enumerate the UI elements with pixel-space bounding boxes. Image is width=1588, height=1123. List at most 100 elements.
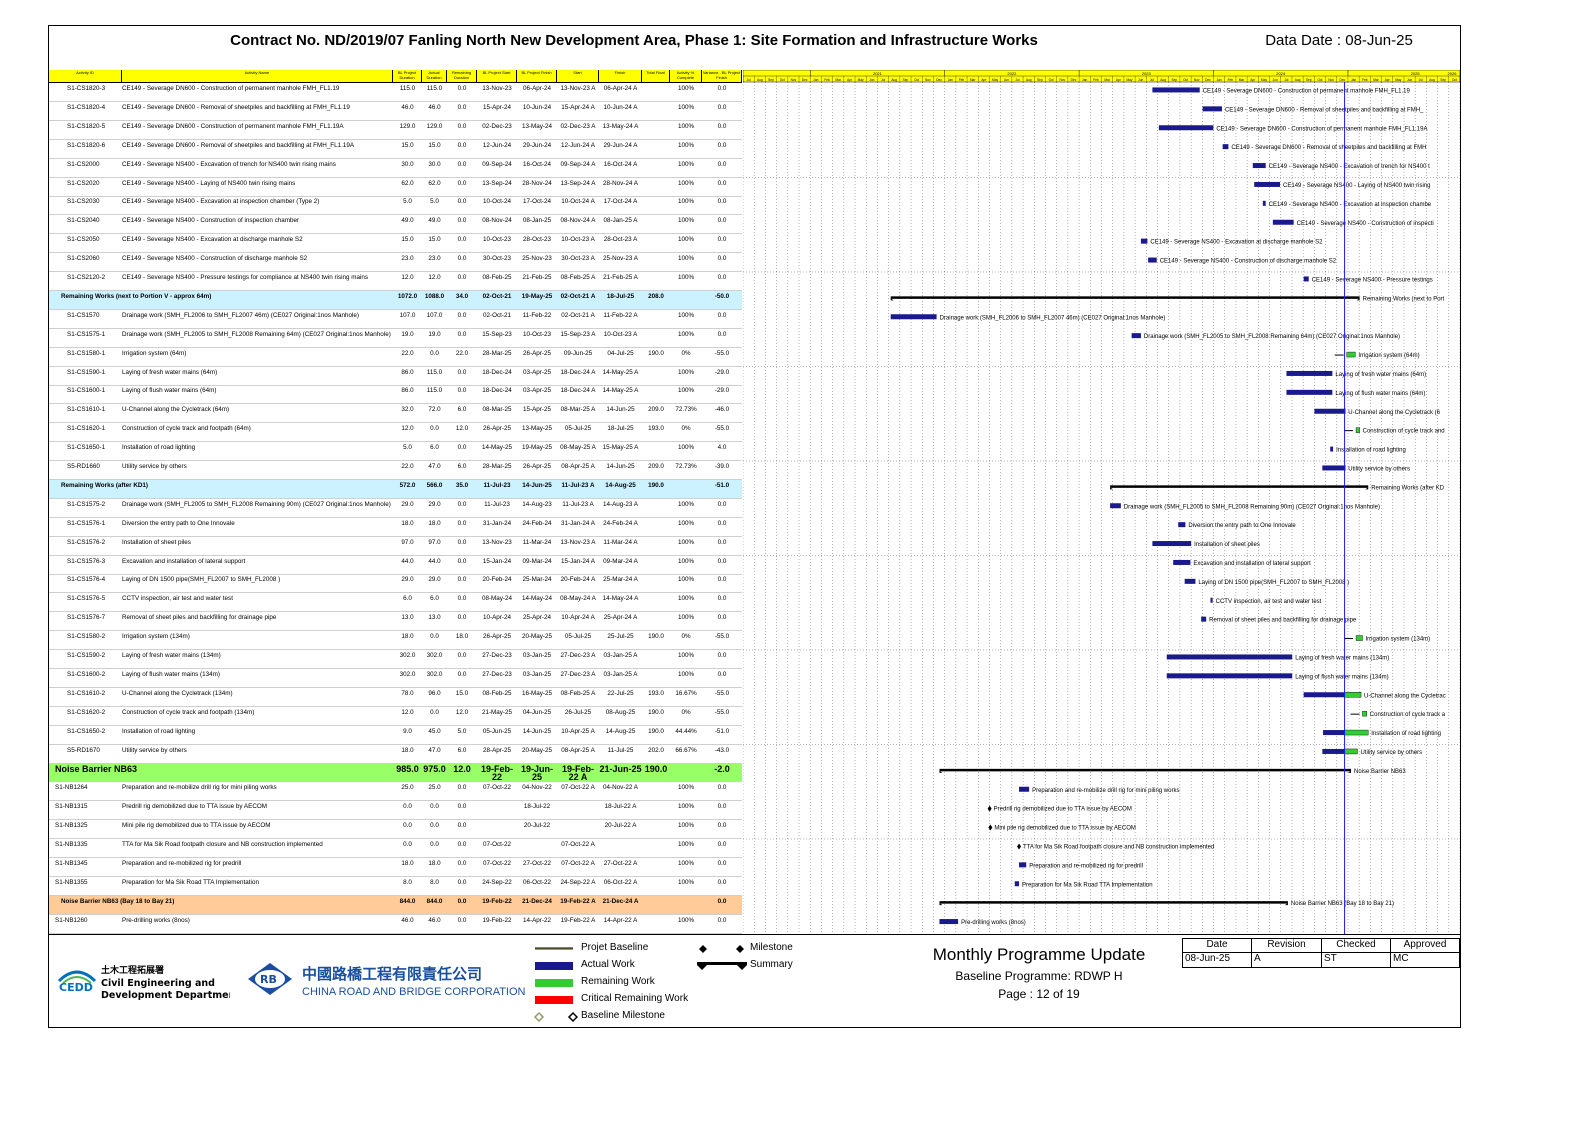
column-header[interactable]: Activity % Complete [670, 70, 702, 82]
cell-bl-dur: 23.0 [401, 255, 414, 263]
activity-row[interactable]: S1-NB1315 Predrill rig demobilized due to… [49, 801, 742, 821]
column-header[interactable]: Total Float [642, 70, 670, 82]
activity-row[interactable]: S1-NB1325 Mini pile rig demobilized due t… [49, 820, 742, 840]
column-header[interactable]: Actual Duration [422, 70, 447, 82]
activity-row[interactable]: S1-CS2120-2 CE149 - Severage NS400 - Pres… [49, 272, 742, 291]
bar-label: Laying of fresh water mains (64m) [1335, 372, 1426, 378]
activity-row[interactable]: S1-CS1575-2 Drainage work (SMH_FL2005 to … [49, 499, 742, 518]
gantt-chart[interactable]: Jul Aug Sep Oct Nov Dec Jan Feb Mar Apr May Jun Jul A… [743, 70, 1460, 934]
gantt-canvas: Jul Aug Sep Oct Nov Dec Jan Feb Mar Apr May Jun Jul A… [743, 70, 1460, 934]
activity-row[interactable]: S1-NB1264 Preparation and re-mobilize dri… [49, 782, 742, 802]
cell-id: S1-CS1590-1 [67, 368, 106, 376]
activity-row[interactable]: S1-NB1345 Preparation and re-mobilized ri… [49, 858, 742, 877]
activity-row[interactable]: S1-CS1620-1 Construction of cycle track a… [49, 423, 742, 443]
cell-id: S1-CS1576-3 [67, 557, 106, 565]
activity-row[interactable]: S1-CS2040 CE149 - Severage NS400 - Constr… [49, 215, 742, 235]
cell-id: S1-CS1575-1 [67, 330, 106, 338]
column-header[interactable]: Finish [599, 70, 642, 82]
activity-row[interactable]: S1-CS1576-2 Installation of sheet piles 97… [49, 537, 742, 556]
cell-finish: 21-Dec-24 A [602, 897, 639, 905]
activity-row[interactable]: S1-CS1580-2 Irrigation system (134m) 18.0 0… [49, 631, 742, 651]
activity-row[interactable]: S1-CS1600-1 Laying of flush water mains (… [49, 385, 742, 405]
activity-row[interactable]: S5-RD1660 Utility service by others 22.0 47… [49, 461, 742, 480]
month-label: Sep [903, 78, 909, 82]
cell-start: 08-May-24 A [560, 595, 596, 603]
cell-var: 0.0 [717, 652, 727, 659]
activity-row[interactable]: S1-NB1260 Pre-drilling works (8nos) 46.0 46… [49, 915, 742, 934]
activity-row[interactable]: S1-CS1610-1 U-Channel along the Cycletrac… [49, 404, 742, 424]
bar-label: Laying of fresh water mains (134m) [1295, 655, 1389, 661]
activity-row[interactable]: S1-NB1355 Preparation for Ma Sik Road TTA… [49, 877, 742, 896]
bar-label: Laying of DN 1500 pipe(SMH_FL2007 to SMH… [1198, 580, 1349, 586]
cell-tf [642, 518, 670, 536]
activity-row[interactable]: S1-CS1650-1 Installation of road lighting… [49, 442, 742, 462]
activity-row[interactable]: S1-CS1590-1 Laying of fresh water mains (… [49, 367, 742, 386]
cell-bl-finish: 20-Jul-22 [523, 822, 551, 830]
month-label: Oct [780, 78, 785, 82]
wbs-summary-row[interactable]: Noise Barrier NB63 (Bay 18 to Bay 21) 844… [49, 895, 742, 915]
cell-bl-start: 11-Jul-23 [483, 481, 511, 489]
cell-finish: 10-Oct-23 A [603, 330, 638, 338]
cell-act-dur: 107.0 [426, 311, 443, 319]
title-bar: Contract No. ND/2019/07 Fanling North Ne… [49, 26, 1460, 68]
page-number: Page : 12 of 19 [998, 987, 1080, 1001]
activity-row[interactable]: S1-CS1575-1 Drainage work (SMH_FL2005 to … [49, 329, 742, 348]
activity-row[interactable]: S1-CS1650-2 Installation of road lighting… [49, 726, 742, 745]
activity-row[interactable]: S1-CS2030 CE149 - Severage NS400 - Excava… [49, 196, 742, 216]
cell-name: CE149 - Severage NS400 - Construction of… [122, 255, 308, 263]
cell-start: 27-Dec-23 A [560, 652, 596, 659]
activity-row[interactable]: S1-CS1620-2 Construction of cycle track a… [49, 707, 742, 726]
activity-row[interactable]: S1-CS2020 CE149 - Severage NS400 - Laying… [49, 178, 742, 197]
activity-row[interactable]: S1-CS1576-3 Excavation and installation o… [49, 556, 742, 575]
cell-bl-dur: 22.0 [401, 463, 414, 470]
activity-row[interactable]: S1-CS1576-5 CCTV inspection, air test and… [49, 593, 742, 613]
cell-name: CE149 - Severage NS400 - Excavation of t… [122, 160, 336, 168]
activity-row[interactable]: S1-CS2050 CE149 - Severage NS400 - Excava… [49, 234, 742, 254]
activity-row[interactable]: S1-CS2060 CE149 - Severage NS400 - Constr… [49, 253, 742, 273]
activity-row[interactable]: S1-CS1820-4 CE149 - Severage DN600 - Remo… [49, 102, 742, 121]
column-header[interactable]: BL Project Duration [393, 70, 422, 82]
cell-name: Drainage work (SMH_FL2005 to SMH_FL2008 … [122, 330, 391, 338]
month-label: Dec [1205, 78, 1211, 82]
activity-row[interactable]: S1-CS1820-5 CE149 - Severage DN600 - Cons… [49, 121, 742, 140]
wbs-summary-row[interactable]: Remaining Works (next to Portion V - app… [49, 290, 742, 310]
activity-row[interactable]: S1-CS1590-2 Laying of fresh water mains (… [49, 650, 742, 669]
cell-bl-finish: 14-Jun-25 [522, 727, 552, 735]
cell-start: 02-Oct-21 A [560, 292, 596, 300]
actual-bar [1303, 692, 1345, 698]
activity-row[interactable]: S5-RD1670 Utility service by others 18.0 47… [49, 745, 742, 764]
cell-var: 0.0 [717, 878, 727, 886]
column-header[interactable]: Start [557, 70, 599, 82]
cell-pct: 100% [677, 330, 695, 338]
cell-bl-finish: 13-May-24 [521, 122, 553, 130]
column-header[interactable]: Activity ID [49, 70, 122, 82]
activity-row[interactable]: S1-CS1820-3 CE149 - Severage DN600 - Cons… [49, 83, 742, 102]
column-header[interactable]: BL Project Finish [517, 70, 557, 82]
cell-start: 18-Dec-24 A [560, 387, 596, 395]
activity-row[interactable]: S1-CS2000 CE149 - Severage NS400 - Excava… [49, 159, 742, 178]
cell-act-dur: 29.0 [428, 576, 441, 584]
wbs-summary-row[interactable]: Remaining Works (after KD1) 572.0 566.0 35.… [49, 479, 742, 499]
activity-row[interactable]: S1-CS1576-4 Laying of DN 1500 pipe(SMH_FL… [49, 574, 742, 594]
wbs-summary-row[interactable]: Noise Barrier NB63 985.0 975.0 12.0 19-Feb-2… [49, 763, 742, 783]
activity-row[interactable]: S1-CS1576-1 Diversion the entry path to O… [49, 518, 742, 537]
cell-start: 19-Feb-22 A [560, 897, 596, 905]
cell-bl-dur: 18.0 [401, 859, 414, 867]
column-header[interactable]: Activity Name [122, 70, 393, 82]
cell-finish: 18-Jul-22 A [604, 803, 637, 811]
activity-row[interactable]: S1-CS1600-2 Laying of flush water mains (… [49, 669, 742, 688]
activity-row[interactable]: S1-CS1820-6 CE149 - Severage DN600 - Remo… [49, 140, 742, 159]
activity-row[interactable]: S1-CS1576-7 Removal of sheet piles and ba… [49, 612, 742, 632]
month-label: Sep [768, 78, 774, 82]
column-header[interactable]: BL Project Start [477, 70, 517, 82]
cell-rem-dur: 6.0 [457, 463, 467, 470]
activity-row[interactable]: S1-CS1570 Drainage work (SMH_FL2006 to SM… [49, 310, 742, 329]
activity-row[interactable]: S1-CS1610-2 U-Channel along the Cycletrac… [49, 688, 742, 707]
column-header[interactable]: Variance - BL Project Finish [702, 70, 742, 82]
column-header[interactable]: Remaining Duration [447, 70, 477, 82]
crbc-chinese-name: 中國路橋工程有限責任公司 [302, 965, 482, 983]
activity-row[interactable]: S1-NB1335 TTA for Ma Sik Road footpath cl… [49, 839, 742, 858]
cell-finish: 24-Feb-24 A [603, 519, 638, 527]
cell-bl-dur: 49.0 [401, 217, 414, 225]
activity-row[interactable]: S1-CS1580-1 Irrigation system (64m) 22.0 0.… [49, 348, 742, 367]
